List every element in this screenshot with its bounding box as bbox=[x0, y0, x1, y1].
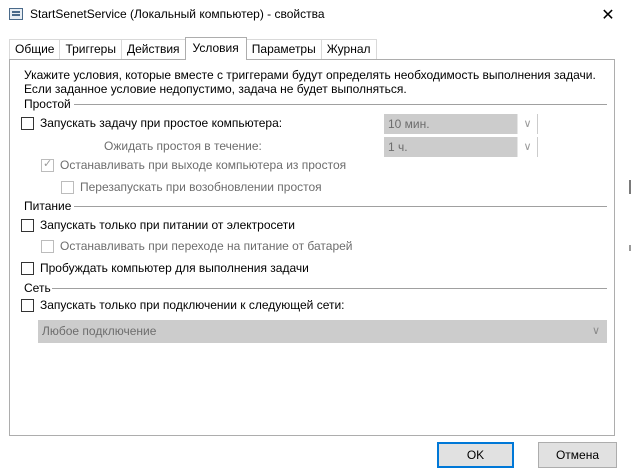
restart-on-idle-label: Перезапускать при возобновлении простоя bbox=[80, 180, 322, 194]
stop-on-battery-row[interactable]: Останавливать при переходе на питание от… bbox=[41, 239, 353, 253]
tab-actions[interactable]: Действия bbox=[120, 39, 186, 60]
network-connection-combo[interactable]: Любое подключение ∨ bbox=[38, 320, 607, 343]
network-connection-value: Любое подключение bbox=[42, 324, 157, 338]
network-section-header: Сеть bbox=[24, 281, 51, 295]
network-separator bbox=[52, 288, 607, 289]
close-button[interactable]: ✕ bbox=[585, 0, 631, 30]
tab-strip: Общие Триггеры Действия Условия Параметр… bbox=[9, 37, 377, 60]
wake-checkbox[interactable] bbox=[21, 261, 34, 275]
ok-button[interactable]: OK bbox=[437, 442, 514, 468]
stop-on-idle-end-label: Останавливать при выходе компьютера из п… bbox=[60, 158, 347, 172]
tab-settings[interactable]: Параметры bbox=[245, 39, 322, 60]
task-window-icon bbox=[9, 8, 23, 20]
wait-duration-combo[interactable]: 1 ч. ∨ bbox=[384, 137, 538, 157]
tab-triggers[interactable]: Триггеры bbox=[59, 39, 122, 60]
network-only-row[interactable]: Запускать только при подключении к следу… bbox=[21, 298, 345, 312]
stop-on-idle-end-checkbox[interactable] bbox=[41, 157, 54, 172]
ac-only-checkbox[interactable] bbox=[21, 218, 34, 232]
idle-duration-value: 10 мин. bbox=[388, 117, 430, 131]
start-on-idle-checkbox[interactable] bbox=[21, 116, 34, 130]
description-line-2: Если заданное условие недопустимо, задач… bbox=[24, 82, 407, 96]
start-on-idle-row[interactable]: Запускать задачу при простое компьютера: bbox=[21, 116, 282, 130]
chevron-down-icon[interactable]: ∨ bbox=[586, 320, 606, 342]
close-icon: ✕ bbox=[601, 7, 615, 24]
idle-duration-combo[interactable]: 10 мин. ∨ bbox=[384, 114, 538, 134]
power-separator bbox=[74, 206, 607, 207]
restart-on-idle-row[interactable]: Перезапускать при возобновлении простоя bbox=[61, 180, 322, 194]
idle-section-header: Простой bbox=[24, 97, 71, 111]
title-bar: StartSenetService (Локальный компьютер) … bbox=[0, 0, 631, 30]
wake-row[interactable]: Пробуждать компьютер для выполнения зада… bbox=[21, 261, 309, 275]
restart-on-idle-checkbox[interactable] bbox=[61, 180, 74, 194]
tab-history[interactable]: Журнал bbox=[320, 39, 377, 60]
stop-on-idle-end-row[interactable]: Останавливать при выходе компьютера из п… bbox=[41, 157, 347, 172]
idle-separator bbox=[74, 104, 607, 105]
window-title: StartSenetService (Локальный компьютер) … bbox=[30, 7, 325, 21]
description-line-1: Укажите условия, которые вместе с тригге… bbox=[24, 68, 596, 82]
ac-only-row[interactable]: Запускать только при питании от электрос… bbox=[21, 218, 295, 232]
wake-label: Пробуждать компьютер для выполнения зада… bbox=[40, 261, 309, 275]
conditions-description: Укажите условия, которые вместе с тригге… bbox=[24, 68, 604, 96]
network-only-label: Запускать только при подключении к следу… bbox=[40, 298, 345, 312]
tab-conditions[interactable]: Условия bbox=[184, 37, 247, 60]
wait-idle-label: Ожидать простоя в течение: bbox=[104, 139, 262, 153]
stop-on-battery-label: Останавливать при переходе на питание от… bbox=[60, 239, 353, 253]
network-only-checkbox[interactable] bbox=[21, 298, 34, 312]
chevron-down-icon[interactable]: ∨ bbox=[517, 114, 537, 134]
wait-duration-value: 1 ч. bbox=[388, 140, 408, 154]
chevron-down-icon[interactable]: ∨ bbox=[517, 137, 537, 157]
stop-on-battery-checkbox[interactable] bbox=[41, 239, 54, 253]
ac-only-label: Запускать только при питании от электрос… bbox=[40, 218, 295, 232]
start-on-idle-label: Запускать задачу при простое компьютера: bbox=[40, 116, 283, 130]
power-section-header: Питание bbox=[24, 199, 72, 213]
cancel-button[interactable]: Отмена bbox=[538, 442, 617, 468]
tab-general[interactable]: Общие bbox=[9, 39, 61, 60]
